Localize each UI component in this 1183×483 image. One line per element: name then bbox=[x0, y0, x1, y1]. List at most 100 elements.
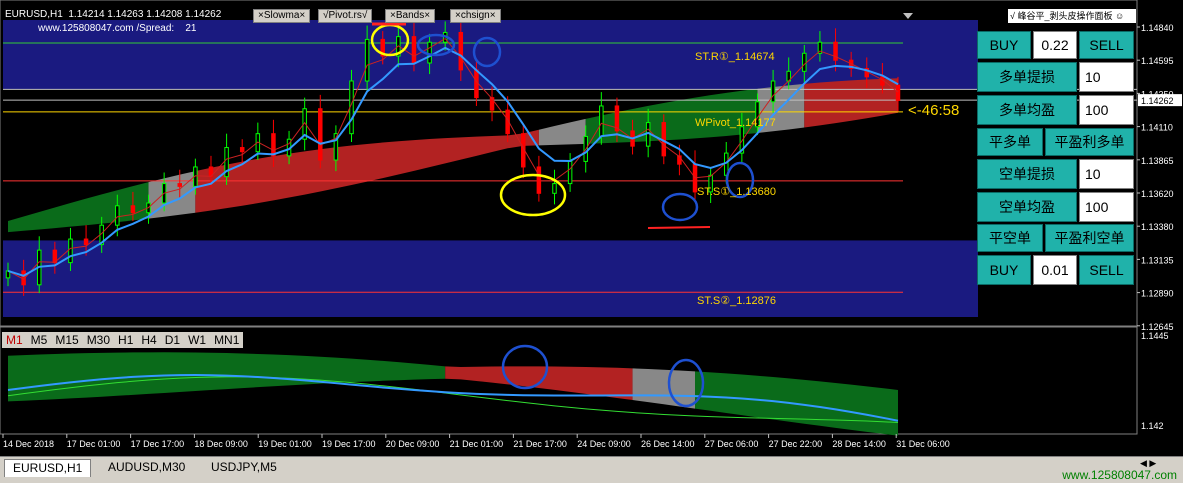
time-tick-label: 27 Dec 06:00 bbox=[705, 439, 759, 449]
collapse-triangle-icon[interactable] bbox=[903, 6, 913, 19]
timeframe-bar: M1 M5 M15 M30 H1 H4 D1 W1 MN1 bbox=[2, 332, 244, 348]
long-stop-loss-input[interactable]: 10 bbox=[1079, 62, 1134, 92]
time-tick-label: 18 Dec 09:00 bbox=[194, 439, 248, 449]
symbol-timeframe: EURUSD,H1 bbox=[5, 9, 63, 20]
candle-body bbox=[895, 84, 901, 101]
smiley-icon: ☺ bbox=[1115, 11, 1125, 21]
time-tick-label: 26 Dec 14:00 bbox=[641, 439, 695, 449]
candle-body bbox=[239, 147, 245, 153]
time-tick-label: 27 Dec 22:00 bbox=[769, 439, 823, 449]
candle-body bbox=[271, 133, 276, 157]
candle-body bbox=[567, 160, 573, 185]
current-price-label: 1.14262 bbox=[1141, 96, 1174, 106]
candle-body bbox=[552, 183, 557, 194]
indicator-tab-bands[interactable]: ×Bands× bbox=[385, 9, 436, 23]
long-stop-loss-button[interactable]: 多单提损 bbox=[977, 62, 1077, 92]
short-take-profit-button[interactable]: 空单均盈 bbox=[977, 192, 1077, 222]
tf-h1[interactable]: H1 bbox=[114, 332, 137, 348]
close-long-button[interactable]: 平多单 bbox=[977, 128, 1043, 156]
candle-body bbox=[130, 205, 136, 214]
symbol-tab-eurusd[interactable]: EURUSD,H1 bbox=[4, 459, 92, 477]
candle-body bbox=[474, 69, 479, 99]
sell-button-bottom[interactable]: SELL bbox=[1079, 255, 1134, 285]
bar-countdown: <-46:58 bbox=[908, 102, 960, 119]
candle-body bbox=[115, 205, 120, 226]
tf-m1[interactable]: M1 bbox=[2, 332, 27, 348]
candle-body bbox=[802, 52, 807, 72]
check-icon: √ bbox=[1010, 11, 1015, 21]
time-tick-label: 31 Dec 06:00 bbox=[896, 439, 950, 449]
time-tick-label: 21 Dec 01:00 bbox=[450, 439, 504, 449]
sub-tick-label: 1.142 bbox=[1141, 421, 1164, 431]
time-tick-label: 17 Dec 01:00 bbox=[67, 439, 121, 449]
symbol-tab-audusd[interactable]: AUDUSD,M30 bbox=[100, 459, 193, 476]
candle-body bbox=[364, 38, 370, 82]
price-tick-label: 1.13620 bbox=[1141, 189, 1174, 199]
candle-body bbox=[599, 105, 604, 137]
time-tick-label: 19 Dec 17:00 bbox=[322, 439, 376, 449]
panel-logo-text: √ 峰谷平_剥头皮操作面板 ☺ bbox=[1008, 9, 1136, 23]
spread-value: 21 bbox=[185, 23, 197, 34]
close-profitable-short-button[interactable]: 平盈利空单 bbox=[1045, 224, 1134, 252]
sub-tick-label: 1.1445 bbox=[1141, 331, 1169, 341]
time-tick-label: 17 Dec 17:00 bbox=[131, 439, 185, 449]
candle-body bbox=[770, 80, 776, 103]
time-tick-label: 28 Dec 14:00 bbox=[832, 439, 886, 449]
tf-m5[interactable]: M5 bbox=[27, 332, 52, 348]
short-stop-loss-button[interactable]: 空单提损 bbox=[977, 159, 1077, 189]
price-tick-label: 1.14595 bbox=[1141, 56, 1174, 66]
buy-button-top[interactable]: BUY bbox=[977, 31, 1031, 59]
tf-d1[interactable]: D1 bbox=[161, 332, 184, 348]
pivot-r1-label: ST.R①_1.14674 bbox=[695, 51, 775, 63]
long-take-profit-input[interactable]: 100 bbox=[1079, 95, 1134, 125]
annotation-underline-low bbox=[647, 226, 711, 229]
time-tick-label: 14 Dec 2018 bbox=[3, 439, 54, 449]
short-take-profit-input[interactable]: 100 bbox=[1079, 192, 1134, 222]
time-tick-label: 19 Dec 01:00 bbox=[258, 439, 312, 449]
candle-body bbox=[458, 31, 464, 71]
time-tick-label: 24 Dec 09:00 bbox=[577, 439, 631, 449]
tf-mn1[interactable]: MN1 bbox=[210, 332, 243, 348]
long-take-profit-button[interactable]: 多单均盈 bbox=[977, 95, 1077, 125]
pivot-wpivot-label: WPivot_1.14177 bbox=[695, 117, 776, 129]
candle-body bbox=[177, 183, 183, 187]
price-tick-label: 1.13135 bbox=[1141, 255, 1174, 265]
lot-input-top[interactable]: 0.22 bbox=[1033, 31, 1077, 59]
candle-body bbox=[68, 238, 73, 264]
indicator-tab-pivot[interactable]: √Pivot.rs√ bbox=[318, 9, 373, 23]
candle-body bbox=[411, 36, 417, 64]
short-stop-loss-input[interactable]: 10 bbox=[1079, 159, 1134, 189]
site-spread-label: www.125808047.com /Spread: bbox=[38, 23, 175, 34]
indicator-tab-slowma[interactable]: ×Slowma× bbox=[253, 9, 311, 23]
time-tick-label: 20 Dec 09:00 bbox=[386, 439, 440, 449]
sell-button-top[interactable]: SELL bbox=[1079, 31, 1134, 59]
candle-body bbox=[427, 41, 432, 64]
symbol-info: EURUSD,H1 1.14214 1.14263 1.14208 1.1426… bbox=[5, 9, 221, 20]
candle-body bbox=[318, 108, 323, 161]
pivot-s1-label: ST.S①_1.13680 bbox=[697, 186, 776, 198]
price-tick-label: 1.13865 bbox=[1141, 156, 1174, 166]
buy-button-bottom[interactable]: BUY bbox=[977, 255, 1031, 285]
price-tick-label: 1.13380 bbox=[1141, 222, 1174, 232]
price-tick-label: 1.12890 bbox=[1141, 289, 1174, 299]
panel-title: 峰谷平_剥头皮操作面板 bbox=[1017, 11, 1113, 21]
price-tick-label: 1.14110 bbox=[1141, 123, 1173, 133]
lot-input-bottom[interactable]: 0.01 bbox=[1033, 255, 1077, 285]
ohlc-values: 1.14214 1.14263 1.14208 1.14262 bbox=[68, 9, 222, 20]
price-tick-label: 1.14840 bbox=[1141, 23, 1174, 33]
close-profitable-long-button[interactable]: 平盈利多单 bbox=[1045, 128, 1134, 156]
close-short-button[interactable]: 平空单 bbox=[977, 224, 1043, 252]
indicator-tab-chsign[interactable]: ×chsign× bbox=[450, 9, 501, 23]
spread-info: www.125808047.com /Spread: 21 bbox=[38, 23, 196, 34]
tf-w1[interactable]: W1 bbox=[184, 332, 210, 348]
support-zone bbox=[3, 240, 978, 317]
watermark-text: www.125808047.com bbox=[1062, 468, 1177, 482]
tf-h4[interactable]: H4 bbox=[137, 332, 160, 348]
symbol-tab-usdjpy[interactable]: USDJPY,M5 bbox=[203, 459, 285, 476]
time-tick-label: 21 Dec 17:00 bbox=[513, 439, 567, 449]
tf-m15[interactable]: M15 bbox=[51, 332, 82, 348]
candle-body bbox=[536, 166, 542, 194]
pivot-s2-label: ST.S②_1.12876 bbox=[697, 295, 776, 307]
candle-body bbox=[83, 238, 89, 246]
tf-m30[interactable]: M30 bbox=[83, 332, 114, 348]
